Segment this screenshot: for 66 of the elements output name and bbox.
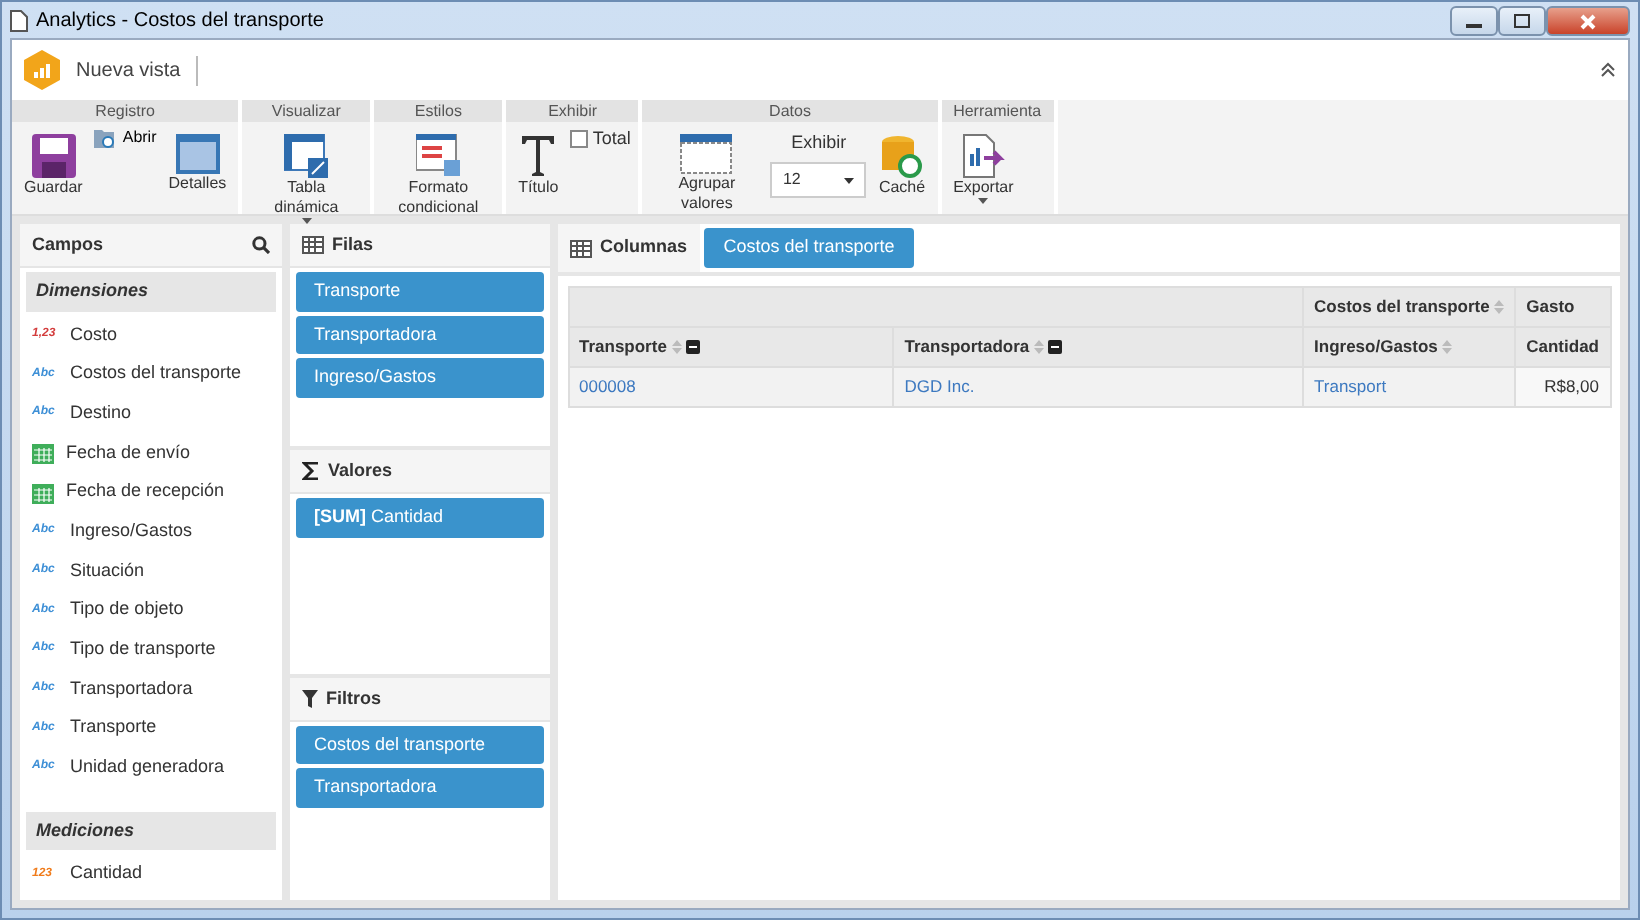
- table-cell: R$8,00: [1544, 375, 1599, 396]
- maximize-icon: [1514, 14, 1530, 29]
- group-label: Herramienta: [941, 100, 1054, 122]
- logo-icon: [24, 50, 60, 90]
- ribbon-button[interactable]: Detalles: [164, 126, 231, 194]
- column-header: Cantidad: [1526, 333, 1599, 360]
- window-icon: [175, 134, 220, 174]
- group-label: Datos: [642, 100, 938, 122]
- ribbon-button[interactable]: Exportar: [949, 126, 1018, 204]
- field-label: Exhibir: [791, 130, 847, 157]
- column-header: Gasto: [1526, 293, 1575, 320]
- letter-t-icon: [520, 134, 557, 178]
- ribbon-button[interactable]: Guardar: [20, 126, 87, 198]
- maximize-button[interactable]: [1498, 5, 1546, 35]
- window-title: Analytics - Costos del transporte: [36, 7, 324, 35]
- collapse-icon[interactable]: [1048, 339, 1063, 354]
- select-field[interactable]: 12: [770, 162, 867, 198]
- ribbon-button[interactable]: Formato condicional: [382, 126, 495, 218]
- ribbon-button[interactable]: Agrupar valores: [650, 126, 763, 214]
- close-icon: [1580, 13, 1596, 30]
- column-header: Transporte: [579, 333, 667, 360]
- group-label: Estilos: [374, 100, 503, 122]
- checkbox[interactable]: [570, 130, 589, 149]
- section-header: Dimensiones: [26, 272, 276, 311]
- field-item[interactable]: Fecha de recepción: [20, 472, 282, 512]
- panel-title: Valores: [328, 458, 393, 485]
- section-header: Mediciones: [26, 811, 276, 851]
- caret-icon: [844, 177, 855, 183]
- calendar-icon: [32, 481, 56, 504]
- calendar-icon: [32, 441, 56, 464]
- database-refresh-icon: [882, 134, 922, 178]
- ribbon-button[interactable]: Tabla dinámica: [250, 126, 363, 224]
- panel-title: Filtros: [326, 685, 382, 712]
- panel-title: Filas: [332, 231, 374, 258]
- ribbon-button[interactable]: Título: [514, 126, 563, 198]
- panel-title: Campos: [32, 231, 106, 258]
- column-header: Costos del transporte: [1314, 293, 1490, 320]
- column-header: Transportadora: [904, 333, 1030, 360]
- group-label: Visualizar: [242, 100, 371, 122]
- group-label: Registro: [12, 100, 239, 122]
- sigma-icon: [302, 462, 320, 481]
- ribbon-button[interactable]: Abrir: [94, 126, 157, 150]
- table-dashed-icon: [680, 134, 733, 174]
- table-icon: [302, 236, 324, 254]
- minimize-button[interactable]: [1450, 5, 1498, 35]
- table-icon: [284, 134, 329, 178]
- view-title: Nueva vista: [76, 55, 199, 85]
- folder-search-icon: [94, 127, 119, 149]
- field-item[interactable]: Fecha de envío: [20, 433, 282, 473]
- close-button[interactable]: [1546, 5, 1630, 35]
- panel-title: Columnas: [600, 234, 688, 261]
- collapse-icon[interactable]: [1600, 62, 1616, 78]
- column-header: Ingreso/Gastos: [1314, 333, 1438, 360]
- export-document-icon: [961, 134, 1006, 178]
- filter-icon: [302, 689, 318, 708]
- group-label: Exhibir: [506, 100, 639, 122]
- ribbon-button[interactable]: Caché: [874, 126, 930, 198]
- collapse-icon[interactable]: [685, 339, 700, 354]
- search-icon[interactable]: [252, 236, 270, 254]
- table-link[interactable]: DGD Inc.: [904, 375, 975, 396]
- document-icon: [10, 9, 28, 31]
- table-link[interactable]: Transport: [1314, 375, 1387, 396]
- table-link[interactable]: 000008: [579, 375, 636, 396]
- table-icon: [570, 239, 592, 257]
- checkbox-label: Total: [592, 126, 631, 152]
- table-format-icon: [416, 134, 461, 178]
